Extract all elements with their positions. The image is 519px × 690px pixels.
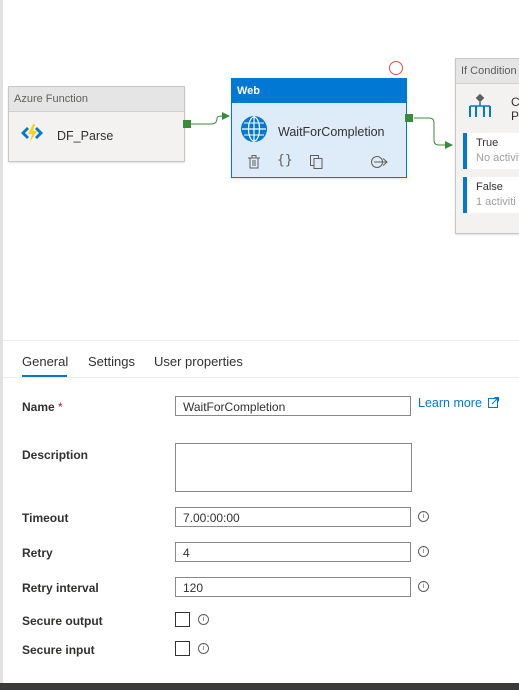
activity-type-label: Web [232, 79, 406, 103]
delete-icon[interactable] [248, 155, 260, 172]
globe-icon [240, 115, 268, 148]
tab-general[interactable]: General [22, 354, 68, 369]
azure-function-icon [19, 122, 45, 149]
activity-name: WaitForCompletion [278, 124, 385, 139]
branch-label: False [476, 181, 503, 193]
description-input[interactable] [175, 443, 412, 492]
if-condition-icon [466, 93, 494, 126]
add-output-icon[interactable] [370, 155, 388, 172]
timeout-input[interactable]: 7.00:00:00 [175, 507, 411, 527]
tab-settings[interactable]: Settings [88, 354, 135, 369]
copy-icon[interactable] [310, 155, 323, 172]
activity-name: DF_Parse [57, 128, 114, 143]
bottom-bar [0, 683, 519, 690]
output-port[interactable] [405, 114, 413, 122]
activity-type-label: Azure Function [9, 87, 184, 112]
info-icon[interactable]: i [198, 643, 209, 654]
secure-input-label: Secure input [22, 643, 95, 657]
activity-name: Che Parc [511, 95, 519, 123]
description-label: Description [22, 448, 89, 462]
retry-interval-input[interactable]: 120 [175, 577, 411, 597]
info-icon[interactable]: i [418, 511, 429, 522]
active-tab-indicator [22, 375, 67, 377]
error-port[interactable] [389, 61, 403, 75]
name-input[interactable]: WaitForCompletion [175, 396, 411, 416]
branch-status: No activiti [476, 152, 519, 164]
branch-status: 1 activiti [476, 196, 516, 208]
learn-more-link[interactable]: Learn more [418, 396, 500, 411]
web-activity[interactable]: Web WaitForCompletion {} [231, 78, 407, 178]
info-icon[interactable]: i [418, 546, 429, 557]
timeout-label: Timeout [22, 511, 69, 525]
output-port[interactable] [183, 120, 191, 128]
secure-input-checkbox[interactable] [175, 641, 190, 656]
retry-label: Retry [22, 546, 53, 560]
if-condition-activity[interactable]: If Condition Che Parc True No activiti F… [455, 58, 519, 234]
false-branch[interactable]: False 1 activiti [463, 177, 519, 213]
pipeline-canvas[interactable]: Azure Function DF_Parse Web WaitForCompl… [3, 0, 519, 340]
secure-output-checkbox[interactable] [175, 612, 190, 627]
secure-output-label: Secure output [22, 614, 103, 628]
info-icon[interactable]: i [418, 581, 429, 592]
retry-input[interactable]: 4 [175, 542, 411, 562]
retry-interval-label: Retry interval [22, 581, 99, 595]
branch-label: True [476, 137, 499, 149]
azure-function-activity[interactable]: Azure Function DF_Parse [8, 86, 185, 162]
properties-tabs: General Settings User properties [3, 340, 519, 378]
info-icon[interactable]: i [198, 614, 209, 625]
code-icon[interactable]: {} [277, 153, 293, 168]
external-link-icon [488, 397, 500, 411]
true-branch[interactable]: True No activiti [463, 133, 519, 169]
activity-type-label: If Condition [456, 59, 519, 84]
name-label: Name * [22, 400, 63, 414]
required-mark: * [58, 400, 63, 414]
tab-user-properties[interactable]: User properties [154, 354, 243, 369]
